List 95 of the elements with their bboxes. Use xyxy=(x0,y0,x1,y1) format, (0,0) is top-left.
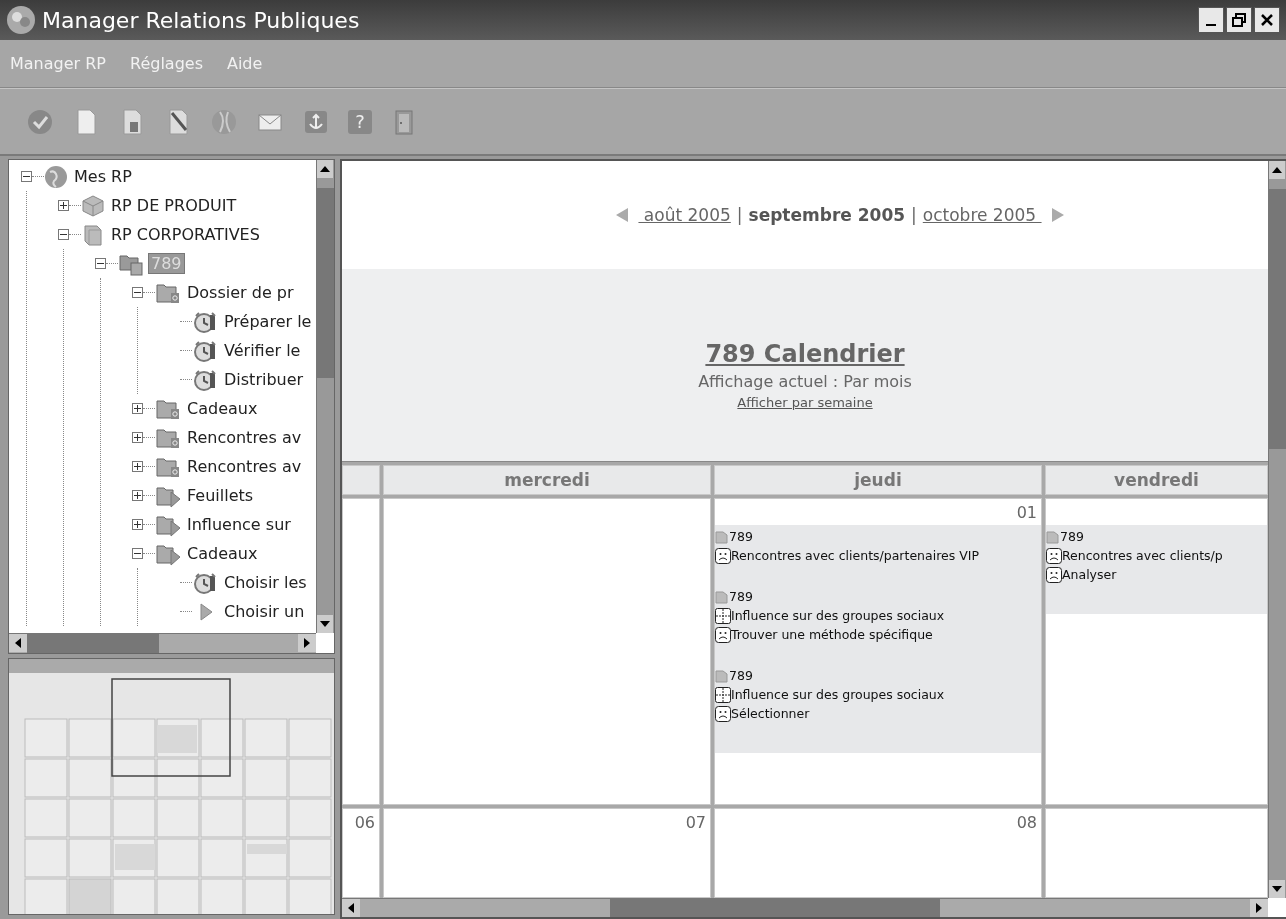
alarm-clock-icon xyxy=(192,338,218,363)
minus-icon xyxy=(134,289,141,296)
expand-toggle[interactable] xyxy=(132,432,143,443)
maximize-button[interactable] xyxy=(1226,7,1252,33)
binder-icon xyxy=(81,222,105,247)
vertical-scrollbar[interactable] xyxy=(1268,161,1286,898)
plus-icon xyxy=(134,434,141,441)
tree-item[interactable]: Feuillets xyxy=(185,486,256,505)
view-mode-text: Affichage actuel : Par mois xyxy=(698,372,912,391)
scroll-right-icon[interactable] xyxy=(1250,899,1268,917)
project-name[interactable]: 789 xyxy=(729,529,753,544)
minus-icon xyxy=(23,173,30,180)
expand-toggle[interactable] xyxy=(58,200,69,211)
expand-toggle[interactable] xyxy=(132,490,143,501)
tree-item[interactable]: RP DE PRODUIT xyxy=(109,196,239,215)
minus-icon xyxy=(97,260,104,267)
plus-icon xyxy=(60,202,67,209)
tree-item[interactable]: Dossier de pr xyxy=(185,283,296,302)
event-item[interactable]: Analyser xyxy=(1062,567,1117,582)
column-header: mercredi xyxy=(383,465,711,495)
collapse-toggle[interactable] xyxy=(132,548,143,559)
tree-item[interactable]: Préparer le xyxy=(222,312,314,331)
day-number: 06 xyxy=(354,812,375,832)
event-item[interactable]: Influence sur des groupes sociaux xyxy=(731,608,945,623)
collapse-toggle[interactable] xyxy=(58,229,69,240)
folder-icon xyxy=(715,668,729,683)
tree-item[interactable]: Choisir un xyxy=(222,602,307,621)
project-name[interactable]: 789 xyxy=(729,589,753,604)
restore-icon xyxy=(1231,12,1247,28)
event-item[interactable]: Rencontres avec clients/partenaires VIP xyxy=(731,548,979,563)
scroll-up-icon[interactable] xyxy=(1269,161,1285,179)
tree-item[interactable]: Mes RP xyxy=(72,167,134,186)
expand-toggle[interactable] xyxy=(132,461,143,472)
separator-text: | xyxy=(736,205,743,225)
horizontal-scrollbar[interactable] xyxy=(9,633,316,653)
alarm-clock-icon xyxy=(192,309,218,334)
scroll-left-icon[interactable] xyxy=(9,634,27,652)
minimize-button[interactable] xyxy=(1198,7,1224,33)
app-logo-icon xyxy=(6,5,36,35)
expand-toggle[interactable] xyxy=(132,519,143,530)
plus-icon xyxy=(134,405,141,412)
close-icon xyxy=(1259,12,1275,28)
project-name[interactable]: 789 xyxy=(729,668,753,683)
event-item[interactable]: Trouver une méthode spécifique xyxy=(731,627,933,642)
vertical-scrollbar[interactable] xyxy=(316,160,334,633)
separator-text: | xyxy=(911,205,917,225)
day-number: 07 xyxy=(685,812,706,832)
tree-item[interactable]: Vérifier le xyxy=(222,341,303,360)
tree-item[interactable]: Distribuer xyxy=(222,370,306,389)
tree-item[interactable]: Cadeaux xyxy=(185,399,260,418)
alarm-clock-icon xyxy=(192,367,218,392)
collapse-toggle[interactable] xyxy=(95,258,106,269)
scroll-right-icon[interactable] xyxy=(298,634,316,652)
minus-icon xyxy=(60,231,67,238)
project-name[interactable]: 789 xyxy=(1060,529,1084,544)
event-item[interactable]: Rencontres avec clients/p xyxy=(1062,548,1223,563)
folder-icon xyxy=(1046,529,1060,544)
tree-item[interactable]: Choisir les xyxy=(222,573,309,592)
tree-item[interactable]: Rencontres av xyxy=(185,457,304,476)
check-circle-icon[interactable] xyxy=(26,107,54,136)
folder-icon xyxy=(715,589,729,604)
column-header: vendredi xyxy=(1045,465,1268,495)
minus-icon xyxy=(134,550,141,557)
current-month: septembre 2005 xyxy=(748,205,906,225)
collapse-toggle[interactable] xyxy=(132,287,143,298)
window-title: Manager Relations Publiques xyxy=(42,7,361,33)
scroll-down-icon[interactable] xyxy=(1269,880,1285,898)
folder-icon xyxy=(715,529,729,544)
plus-icon xyxy=(134,521,141,528)
plus-icon xyxy=(134,463,141,470)
month-link[interactable]: octobre 2005 xyxy=(922,205,1042,225)
collapse-toggle[interactable] xyxy=(21,171,32,182)
event-item[interactable]: Sélectionner xyxy=(731,706,810,721)
close-button[interactable] xyxy=(1254,7,1280,33)
month-link[interactable]: août 2005 xyxy=(638,205,731,225)
day-number: 01 xyxy=(1016,502,1037,522)
scroll-up-icon[interactable] xyxy=(317,160,333,178)
calendar-thumbnail-drawing[interactable] xyxy=(9,659,334,914)
day-number: 08 xyxy=(1016,812,1037,832)
alarm-clock-icon xyxy=(192,570,218,595)
expand-toggle[interactable] xyxy=(132,403,143,414)
calendar-title[interactable]: 789 Calendrier xyxy=(705,340,905,368)
column-header xyxy=(342,465,380,495)
tree-item[interactable]: Rencontres av xyxy=(185,428,304,447)
plus-icon xyxy=(134,492,141,499)
tree-item[interactable]: Cadeaux xyxy=(185,544,260,563)
minimize-icon xyxy=(1206,24,1216,26)
tree-item[interactable]: Influence sur xyxy=(185,515,293,534)
scroll-down-icon[interactable] xyxy=(317,615,333,633)
event-item[interactable]: Influence sur des groupes sociaux xyxy=(731,687,945,702)
tree-item[interactable]: RP CORPORATIVES xyxy=(109,225,262,244)
week-view-link[interactable]: Afficher par semaine xyxy=(737,395,873,410)
horizontal-scrollbar[interactable] xyxy=(342,898,1268,917)
column-header: jeudi xyxy=(714,465,1042,495)
scroll-left-icon[interactable] xyxy=(342,899,360,917)
